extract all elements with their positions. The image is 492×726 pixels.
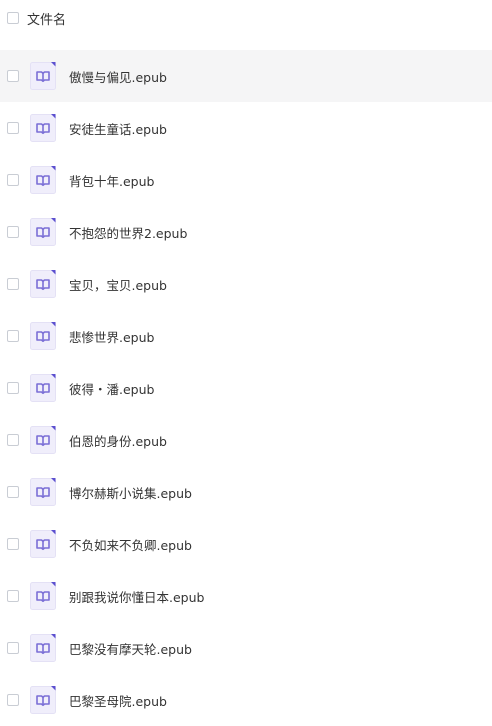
epub-book-icon xyxy=(30,634,56,662)
row-checkbox[interactable] xyxy=(7,70,19,82)
file-name[interactable]: 伯恩的身份.epub xyxy=(69,431,167,450)
file-name[interactable]: 别跟我说你懂日本.epub xyxy=(69,587,204,606)
file-row[interactable]: 巴黎圣母院.epub xyxy=(0,674,492,726)
file-name[interactable]: 博尔赫斯小说集.epub xyxy=(69,483,192,502)
select-all-checkbox[interactable] xyxy=(7,12,19,24)
file-row[interactable]: 博尔赫斯小说集.epub xyxy=(0,466,492,518)
row-checkbox[interactable] xyxy=(7,538,19,550)
file-row[interactable]: 不负如来不负卿.epub xyxy=(0,518,492,570)
file-name[interactable]: 巴黎没有摩天轮.epub xyxy=(69,639,192,658)
epub-book-icon xyxy=(30,218,56,246)
file-row[interactable]: 彼得・潘.epub xyxy=(0,362,492,414)
file-name[interactable]: 不抱怨的世界2.epub xyxy=(69,223,187,242)
file-row[interactable]: 别跟我说你懂日本.epub xyxy=(0,570,492,622)
row-checkbox[interactable] xyxy=(7,330,19,342)
epub-book-icon xyxy=(30,114,56,142)
file-row[interactable]: 伯恩的身份.epub xyxy=(0,414,492,466)
row-checkbox[interactable] xyxy=(7,694,19,706)
epub-book-icon xyxy=(30,166,56,194)
row-checkbox[interactable] xyxy=(7,642,19,654)
row-checkbox[interactable] xyxy=(7,434,19,446)
epub-book-icon xyxy=(30,374,56,402)
file-row[interactable]: 背包十年.epub xyxy=(0,154,492,206)
epub-book-icon xyxy=(30,478,56,506)
row-checkbox[interactable] xyxy=(7,382,19,394)
file-row[interactable]: 安徒生童话.epub xyxy=(0,102,492,154)
epub-book-icon xyxy=(30,582,56,610)
file-name[interactable]: 巴黎圣母院.epub xyxy=(69,691,167,710)
epub-book-icon xyxy=(30,322,56,350)
row-checkbox[interactable] xyxy=(7,174,19,186)
epub-book-icon xyxy=(30,426,56,454)
file-name[interactable]: 宝贝，宝贝.epub xyxy=(69,275,167,294)
file-list-header: 文件名 xyxy=(0,0,492,36)
file-name[interactable]: 傲慢与偏见.epub xyxy=(69,67,167,86)
file-name[interactable]: 不负如来不负卿.epub xyxy=(69,535,192,554)
file-row[interactable]: 宝贝，宝贝.epub xyxy=(0,258,492,310)
row-checkbox[interactable] xyxy=(7,590,19,602)
file-row[interactable]: 巴黎没有摩天轮.epub xyxy=(0,622,492,674)
epub-book-icon xyxy=(30,686,56,714)
file-name[interactable]: 安徒生童话.epub xyxy=(69,119,167,138)
file-name[interactable]: 背包十年.epub xyxy=(69,171,154,190)
epub-book-icon xyxy=(30,62,56,90)
column-header-filename[interactable]: 文件名 xyxy=(27,9,66,28)
row-checkbox[interactable] xyxy=(7,278,19,290)
file-row[interactable]: 傲慢与偏见.epub xyxy=(0,50,492,102)
file-list: 傲慢与偏见.epub 安徒生童话.epub 背包十年.epub 不抱怨的世界2.epu… xyxy=(0,22,492,726)
file-name[interactable]: 彼得・潘.epub xyxy=(69,379,154,398)
epub-book-icon xyxy=(30,270,56,298)
file-name[interactable]: 悲惨世界.epub xyxy=(69,327,154,346)
file-row[interactable]: 悲惨世界.epub xyxy=(0,310,492,362)
row-checkbox[interactable] xyxy=(7,122,19,134)
epub-book-icon xyxy=(30,530,56,558)
file-row[interactable]: 不抱怨的世界2.epub xyxy=(0,206,492,258)
row-checkbox[interactable] xyxy=(7,226,19,238)
row-checkbox[interactable] xyxy=(7,486,19,498)
